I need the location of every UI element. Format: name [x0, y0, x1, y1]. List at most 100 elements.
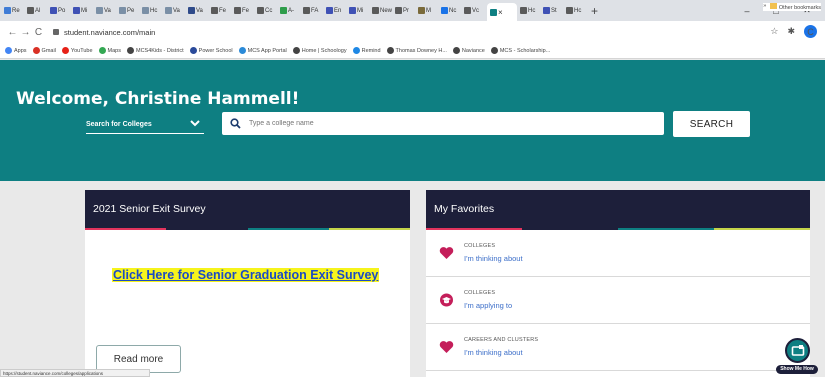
address-bar[interactable]: student.naviance.com/main: [53, 28, 155, 37]
tab-favicon-icon: [4, 7, 11, 14]
show-me-how-button[interactable]: Show Me How: [776, 338, 818, 376]
browser-tab[interactable]: Fe: [211, 4, 231, 18]
bookmark-label: Power School: [198, 47, 233, 54]
chevron-down-icon: [189, 117, 201, 132]
college-search-box[interactable]: [222, 112, 664, 135]
browser-tab[interactable]: Va: [96, 4, 116, 18]
browser-tab[interactable]: Va: [188, 4, 208, 18]
tab-favicon-icon: [566, 7, 573, 14]
browser-tab[interactable]: M: [418, 4, 438, 18]
browser-tab[interactable]: Mi: [73, 4, 93, 18]
back-button[interactable]: ←: [6, 27, 19, 38]
tab-favicon-icon: [257, 7, 264, 14]
bookmark-item[interactable]: MCS4Kids - District: [127, 47, 184, 54]
bookmark-item[interactable]: MCS - Scholarship...: [490, 47, 551, 54]
browser-tab[interactable]: Pr: [395, 4, 415, 18]
favorite-link[interactable]: I'm applying to: [464, 301, 512, 310]
bookmark-favicon-icon: [127, 47, 134, 54]
bookmark-item[interactable]: Home | Schoology: [292, 47, 347, 54]
browser-tab[interactable]: Hc: [142, 4, 162, 18]
bookmark-item[interactable]: YouTube: [61, 47, 93, 54]
bookmark-item[interactable]: Gmail: [32, 47, 56, 54]
browser-tab[interactable]: Vc: [464, 4, 484, 18]
tab-label: Fe: [242, 7, 250, 14]
tab-favicon-icon: [464, 7, 471, 14]
bookmarks-right: » Other bookmarks: [763, 3, 821, 11]
college-search-input[interactable]: [249, 120, 649, 127]
graduation-cap-icon: [439, 293, 454, 312]
tab-label: Va: [104, 7, 111, 14]
tab-favicon-icon: [326, 7, 333, 14]
senior-exit-survey-card: 2021 Senior Exit Survey Click Here for S…: [85, 190, 410, 377]
browser-tab[interactable]: Hc: [520, 4, 540, 18]
forward-button[interactable]: →: [19, 27, 32, 38]
bookmark-favicon-icon: [452, 47, 460, 54]
bookmark-label: MCS - Scholarship...: [499, 47, 551, 54]
tab-favicon-icon: [543, 7, 550, 14]
tab-favicon-icon: [280, 7, 287, 14]
search-type-label: Search for Colleges: [86, 120, 152, 128]
url-text[interactable]: student.naviance.com/main: [64, 28, 155, 37]
bookmark-star-icon[interactable]: ☆: [770, 26, 778, 37]
other-bookmarks[interactable]: Other bookmarks: [770, 3, 821, 11]
browser-tab[interactable]: Va: [165, 4, 185, 18]
browser-tab[interactable]: Cc: [257, 4, 277, 18]
browser-tab[interactable]: Fe: [234, 4, 254, 18]
bookmark-item[interactable]: Maps: [98, 47, 121, 54]
help-icon: [785, 338, 810, 363]
tab-favicon-icon: [73, 7, 80, 14]
reload-button[interactable]: C: [32, 27, 45, 38]
search-type-dropdown[interactable]: Search for Colleges: [86, 115, 204, 134]
bookmark-item[interactable]: Power School: [189, 47, 233, 54]
favorite-row[interactable]: COLLEGES I'm thinking about: [426, 230, 810, 277]
favorite-link[interactable]: I'm thinking about: [464, 254, 523, 263]
browser-tab[interactable]: Al: [27, 4, 47, 18]
bookmark-label: Maps: [107, 47, 121, 54]
favorite-category: COLLEGES: [464, 290, 496, 296]
tab-label: Po: [58, 7, 66, 14]
close-tab-icon[interactable]: ×: [498, 8, 503, 17]
browser-tab[interactable]: New Ti: [372, 4, 392, 18]
profile-avatar[interactable]: C: [804, 25, 817, 38]
bookmark-item[interactable]: Remind: [352, 47, 381, 54]
more-bookmarks-button[interactable]: »: [763, 3, 766, 11]
folder-icon: [770, 3, 778, 9]
senior-exit-survey-link[interactable]: Click Here for Senior Graduation Exit Su…: [112, 268, 380, 282]
bookmark-favicon-icon: [238, 47, 246, 54]
browser-tab[interactable]: A-: [280, 4, 300, 18]
tab-label: Pe: [127, 7, 135, 14]
browser-tab[interactable]: Re: [4, 4, 24, 18]
browser-tab[interactable]: FA: [303, 4, 323, 18]
tab-favicon-icon: [395, 7, 402, 14]
bookmark-favicon-icon: [5, 47, 12, 54]
tab-label: Re: [12, 7, 20, 14]
browser-tab[interactable]: Po: [50, 4, 70, 18]
search-button[interactable]: SEARCH: [673, 111, 750, 137]
bookmark-item[interactable]: Apps: [5, 47, 27, 54]
bookmark-item[interactable]: Thomas Downey H...: [386, 47, 447, 54]
tab-label: Vc: [472, 7, 480, 14]
welcome-title: Welcome, Christine Hammell!: [16, 89, 300, 109]
browser-tab[interactable]: Nc: [441, 4, 461, 18]
bookmark-favicon-icon: [386, 47, 394, 54]
browser-tab[interactable]: En: [326, 4, 346, 18]
new-tab-button[interactable]: +: [591, 4, 598, 18]
tab-favicon-icon: [441, 7, 448, 14]
tab-label: Hc: [574, 7, 582, 14]
browser-tab[interactable]: Mi: [349, 4, 369, 18]
browser-tab[interactable]: Hc: [566, 4, 586, 18]
browser-tab[interactable]: Pe: [119, 4, 139, 18]
favorite-row[interactable]: CAREERS AND CLUSTERS I'm thinking about: [426, 324, 810, 371]
browser-tab[interactable]: St: [543, 4, 563, 18]
favorite-link[interactable]: I'm thinking about: [464, 348, 523, 357]
status-bar-url: https://student.naviance.com/colleges/ap…: [0, 369, 150, 377]
minimize-button[interactable]: –: [733, 0, 761, 21]
tab-favicon-icon: [418, 7, 425, 14]
bookmark-label: Naviance: [461, 47, 485, 54]
tab-label: Cc: [265, 7, 273, 14]
active-browser-tab[interactable]: ×: [487, 3, 517, 21]
bookmark-item[interactable]: MCS App Portal: [238, 47, 287, 54]
extensions-icon[interactable]: ✱: [787, 26, 795, 37]
bookmark-item[interactable]: Naviance: [452, 47, 485, 54]
favorite-row[interactable]: COLLEGES I'm applying to: [426, 277, 810, 324]
